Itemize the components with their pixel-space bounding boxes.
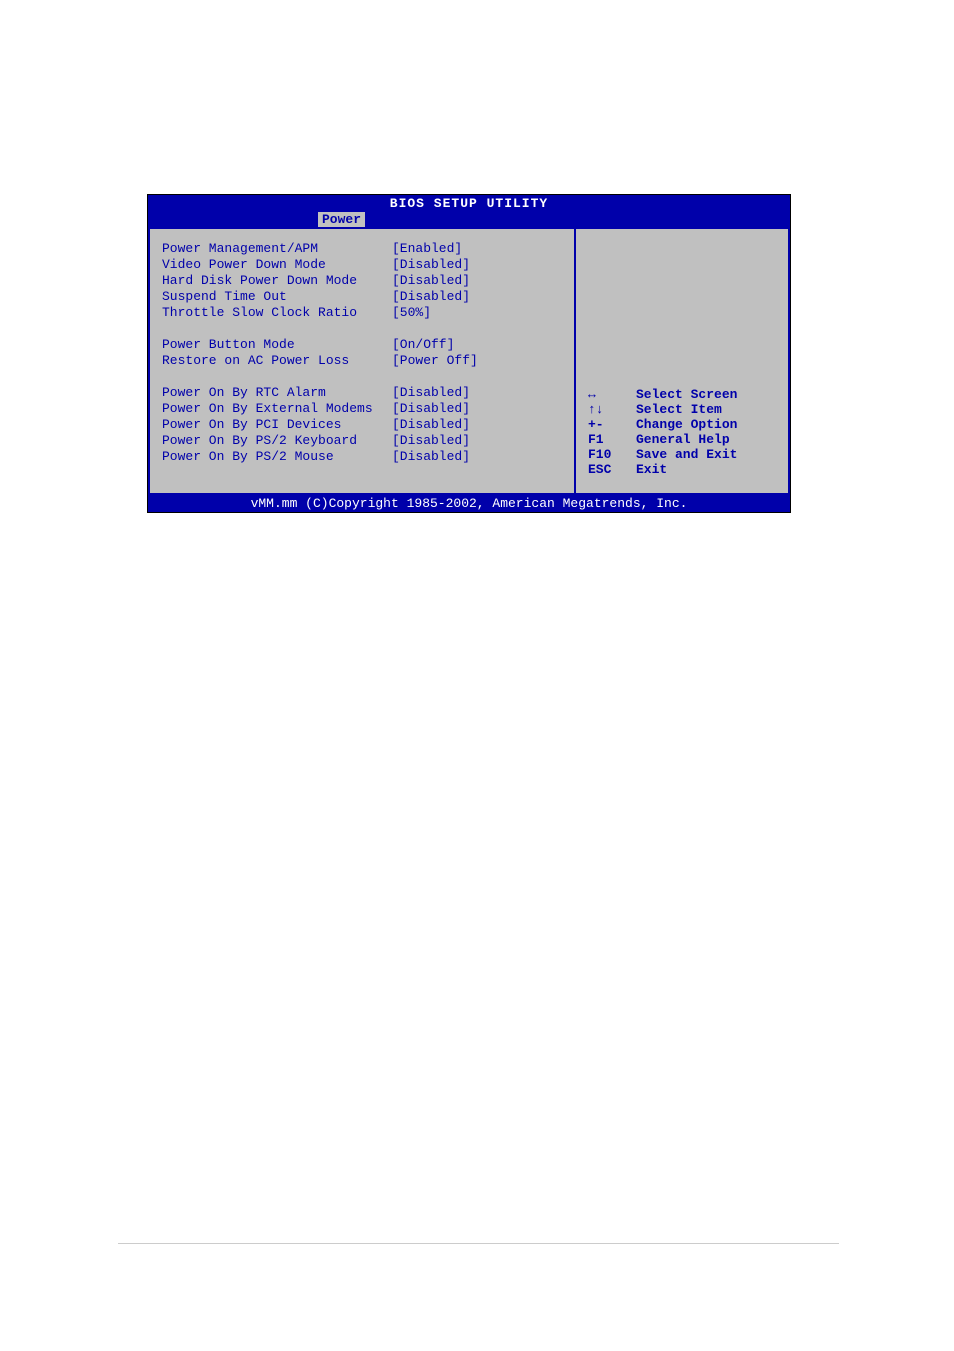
help-key-f1: F1 [588, 432, 636, 447]
help-block: ↔ Select Screen ↑↓ Select Item +- Change… [588, 387, 737, 477]
tab-power[interactable]: Power [318, 212, 365, 227]
setting-power-button-mode[interactable]: Power Button Mode [On/Off] [162, 337, 566, 353]
setting-value[interactable]: [Disabled] [392, 449, 470, 465]
setting-power-on-by-ps2-mouse[interactable]: Power On By PS/2 Mouse [Disabled] [162, 449, 566, 465]
copyright-footer: vMM.mm (C)Copyright 1985-2002, American … [148, 495, 790, 512]
help-desc: Select Screen [636, 387, 737, 402]
spacer [162, 369, 566, 385]
setting-label: Video Power Down Mode [162, 257, 392, 273]
help-general-help: F1 General Help [588, 432, 737, 447]
help-desc: Change Option [636, 417, 737, 432]
help-desc: Select Item [636, 402, 722, 417]
setting-value[interactable]: [Disabled] [392, 257, 470, 273]
setting-label: Power On By PS/2 Keyboard [162, 433, 392, 449]
help-select-screen: ↔ Select Screen [588, 387, 737, 402]
setting-label: Power Management/APM [162, 241, 392, 257]
bios-window: BIOS SETUP UTILITY Power Power Managemen… [147, 194, 791, 513]
setting-label: Restore on AC Power Loss [162, 353, 392, 369]
help-panel: ↔ Select Screen ↑↓ Select Item +- Change… [575, 227, 790, 495]
setting-restore-on-ac-power-loss[interactable]: Restore on AC Power Loss [Power Off] [162, 353, 566, 369]
page-divider [118, 1243, 839, 1244]
help-save-and-exit: F10 Save and Exit [588, 447, 737, 462]
setting-video-power-down-mode[interactable]: Video Power Down Mode [Disabled] [162, 257, 566, 273]
setting-label: Hard Disk Power Down Mode [162, 273, 392, 289]
setting-value[interactable]: [50%] [392, 305, 431, 321]
setting-value[interactable]: [Disabled] [392, 401, 470, 417]
help-change-option: +- Change Option [588, 417, 737, 432]
setting-power-on-by-external-modems[interactable]: Power On By External Modems [Disabled] [162, 401, 566, 417]
setting-value[interactable]: [Disabled] [392, 289, 470, 305]
setting-value[interactable]: [Disabled] [392, 417, 470, 433]
setting-label: Suspend Time Out [162, 289, 392, 305]
setting-value[interactable]: [Enabled] [392, 241, 462, 257]
setting-value[interactable]: [On/Off] [392, 337, 454, 353]
setting-suspend-time-out[interactable]: Suspend Time Out [Disabled] [162, 289, 566, 305]
tab-bar: Power [148, 212, 790, 227]
settings-panel: Power Management/APM [Enabled] Video Pow… [148, 227, 575, 495]
setting-label: Power On By PCI Devices [162, 417, 392, 433]
help-key-plus-minus: +- [588, 417, 636, 432]
title-bar: BIOS SETUP UTILITY [148, 195, 790, 212]
setting-hard-disk-power-down-mode[interactable]: Hard Disk Power Down Mode [Disabled] [162, 273, 566, 289]
help-desc: Save and Exit [636, 447, 737, 462]
setting-power-on-by-ps2-keyboard[interactable]: Power On By PS/2 Keyboard [Disabled] [162, 433, 566, 449]
setting-value[interactable]: [Power Off] [392, 353, 478, 369]
content-area: Power Management/APM [Enabled] Video Pow… [148, 227, 790, 495]
help-key-up-down-icon: ↑↓ [588, 402, 636, 417]
help-select-item: ↑↓ Select Item [588, 402, 737, 417]
setting-value[interactable]: [Disabled] [392, 273, 470, 289]
setting-label: Power On By External Modems [162, 401, 392, 417]
spacer [162, 321, 566, 337]
help-key-esc: ESC [588, 462, 636, 477]
setting-value[interactable]: [Disabled] [392, 433, 470, 449]
setting-label: Throttle Slow Clock Ratio [162, 305, 392, 321]
help-key-left-right-icon: ↔ [588, 387, 636, 402]
setting-power-on-by-rtc-alarm[interactable]: Power On By RTC Alarm [Disabled] [162, 385, 566, 401]
setting-power-management-apm[interactable]: Power Management/APM [Enabled] [162, 241, 566, 257]
setting-label: Power Button Mode [162, 337, 392, 353]
setting-value[interactable]: [Disabled] [392, 385, 470, 401]
help-desc: General Help [636, 432, 730, 447]
help-key-f10: F10 [588, 447, 636, 462]
help-exit: ESC Exit [588, 462, 737, 477]
setting-label: Power On By PS/2 Mouse [162, 449, 392, 465]
setting-power-on-by-pci-devices[interactable]: Power On By PCI Devices [Disabled] [162, 417, 566, 433]
help-desc: Exit [636, 462, 667, 477]
setting-throttle-slow-clock-ratio[interactable]: Throttle Slow Clock Ratio [50%] [162, 305, 566, 321]
setting-label: Power On By RTC Alarm [162, 385, 392, 401]
